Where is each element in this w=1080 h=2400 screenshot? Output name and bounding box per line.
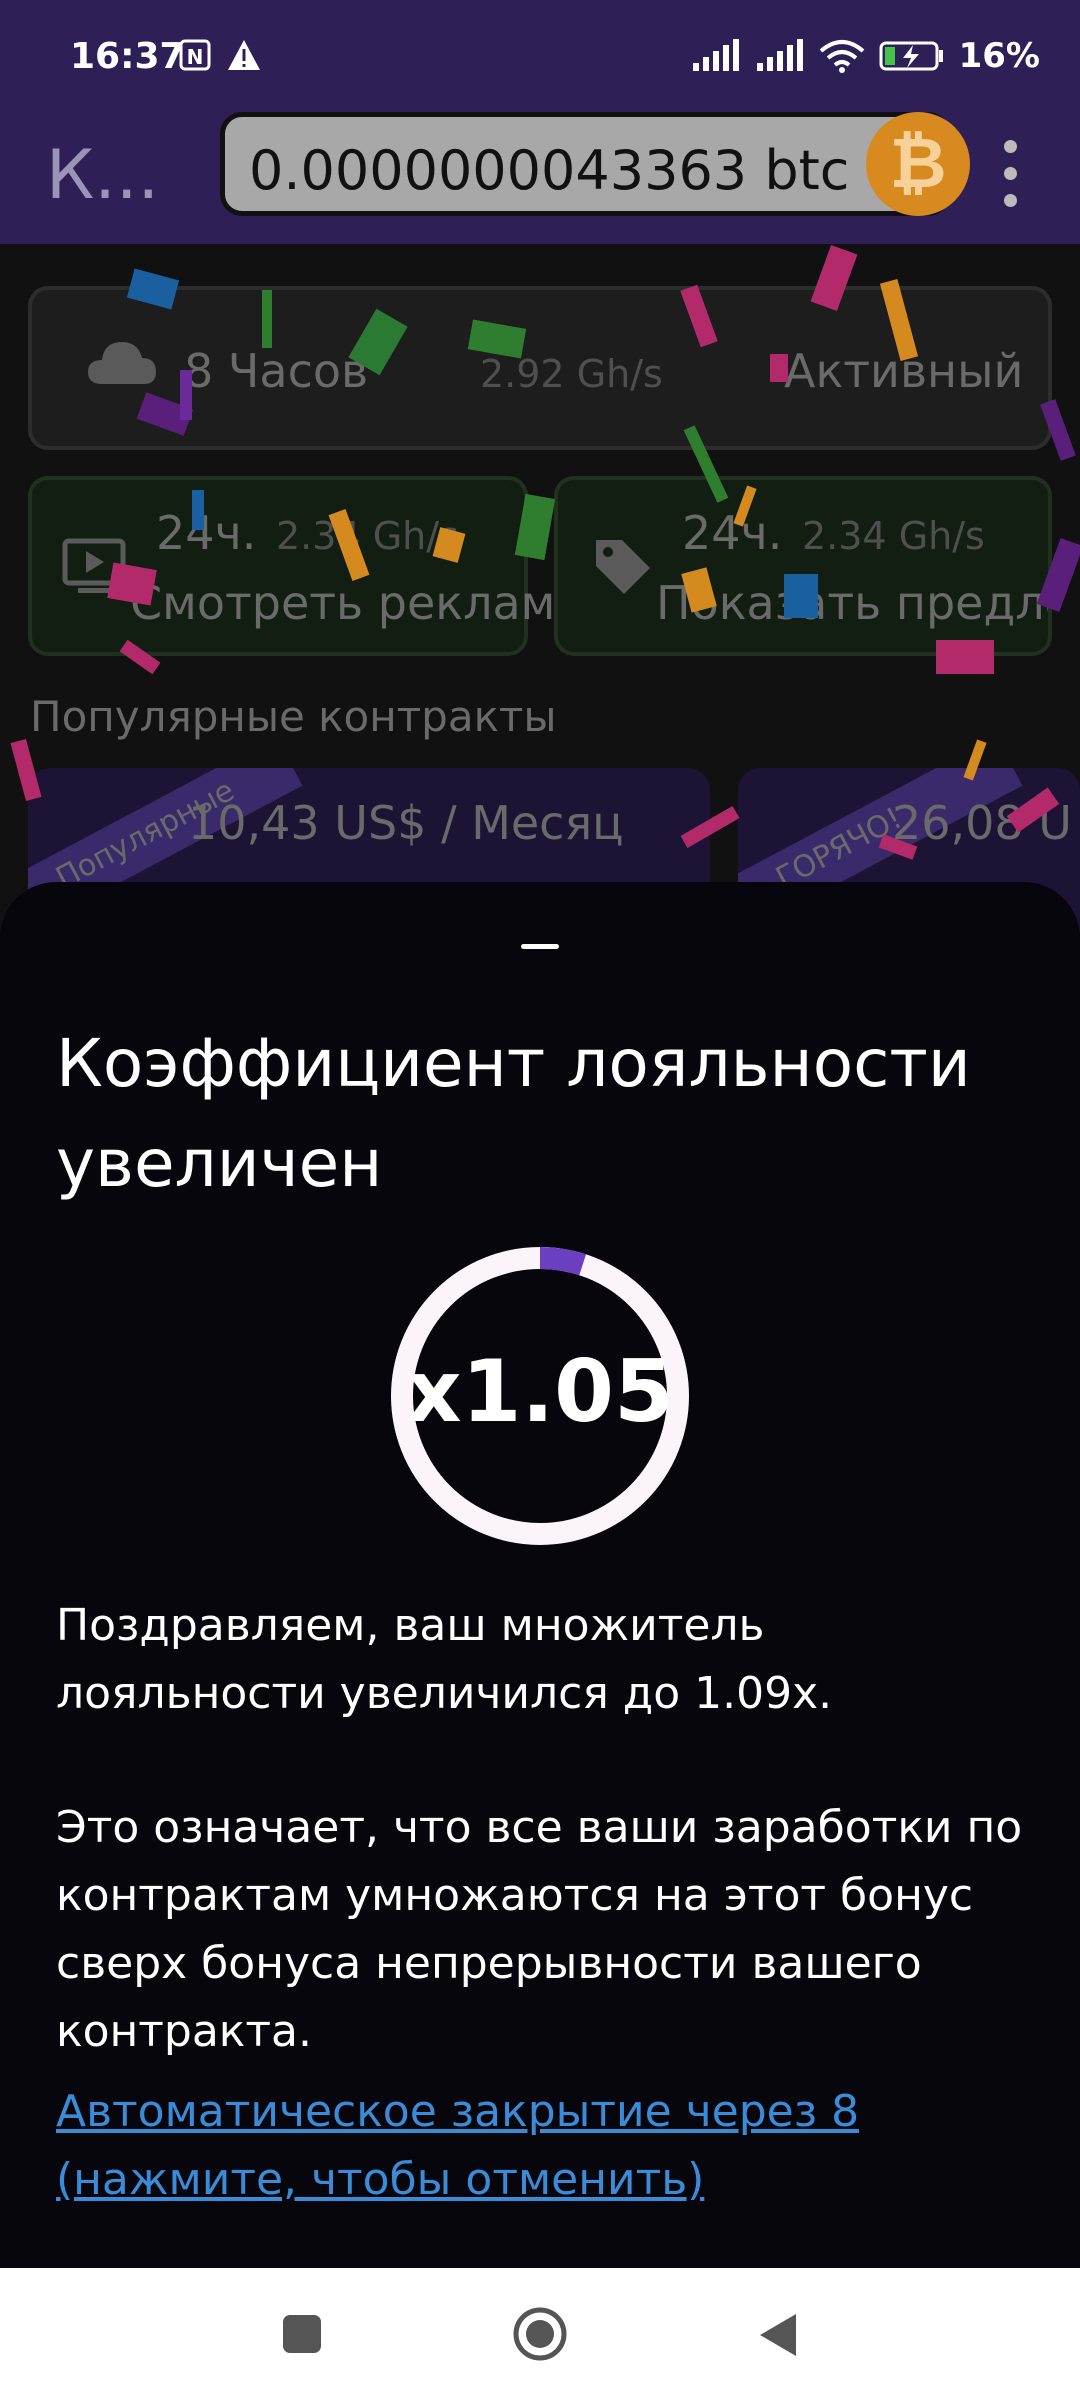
- price-tag-icon: [596, 540, 650, 594]
- kebab-menu-icon[interactable]: [1000, 140, 1020, 221]
- congrats-paragraph: Поздравляем, ваш множитель лояльности ув…: [56, 1600, 833, 1719]
- home-button[interactable]: [460, 2268, 620, 2400]
- battery-charging-icon: [879, 41, 943, 71]
- balance-value: 0.0000000043363 btc: [249, 139, 850, 202]
- watch-ad-card[interactable]: 24ч. 2.34 Gh/s Смотреть рекламу: [28, 476, 583, 656]
- contracts-heading: Популярные контракты: [30, 692, 557, 741]
- watch-ad-speed: 2.34 Gh/s: [276, 514, 459, 558]
- nfc-icon: N: [179, 39, 211, 71]
- auto-close-cancel-link[interactable]: Автоматическое закрытие через 8 (нажмите…: [56, 2078, 1036, 2214]
- system-nav-bar: [0, 2268, 1080, 2400]
- balance-display[interactable]: 0.0000000043363 btc: [220, 112, 950, 216]
- status-bar: 16:37 N 16%: [0, 0, 1080, 120]
- status-time: 16:37: [70, 36, 185, 77]
- show-offer-period: 24ч.: [682, 506, 783, 560]
- watch-ad-label: Смотреть рекламу: [130, 576, 583, 630]
- status-left-icons: N: [178, 38, 262, 72]
- bitcoin-coin-icon[interactable]: ₿: [866, 112, 970, 216]
- signal-icon: [692, 39, 739, 71]
- mining-status-card[interactable]: 8 Часов 2.92 Gh/s Активный: [28, 286, 1052, 450]
- loyalty-bottom-sheet: Коэффициент лояльности увеличен x1.05 По…: [0, 882, 1080, 2268]
- main-content: 8 Часов 2.92 Gh/s Активный 24ч. 2.34 Gh/…: [0, 244, 1080, 968]
- video-ad-icon: [62, 538, 126, 593]
- app-title: К...: [46, 136, 160, 215]
- mining-state: Активный: [784, 344, 1024, 398]
- mining-speed: 2.92 Gh/s: [480, 352, 663, 396]
- contract-price: 10,43 US$ / Месяц: [188, 796, 624, 850]
- multiplier-value: x1.05: [406, 1342, 674, 1442]
- recents-icon: [283, 2315, 321, 2353]
- status-right: 16%: [691, 36, 1040, 76]
- battery-level: 16%: [958, 36, 1040, 76]
- wifi-icon: [819, 40, 864, 73]
- recents-button[interactable]: [222, 2268, 382, 2400]
- show-offer-card[interactable]: 24ч. 2.34 Gh/s Показать предло: [554, 476, 1052, 656]
- sheet-drag-handle[interactable]: [521, 944, 559, 949]
- back-button[interactable]: [698, 2268, 858, 2400]
- cloud-icon: [88, 342, 156, 384]
- signal-icon: [756, 39, 803, 71]
- warning-icon: [228, 40, 260, 70]
- mining-duration: 8 Часов: [184, 344, 369, 398]
- watch-ad-period: 24ч.: [156, 506, 257, 560]
- contract-price: 26,08 U: [892, 796, 1072, 850]
- show-offer-label: Показать предло: [656, 576, 1052, 630]
- svg-text:N: N: [187, 45, 204, 69]
- sheet-title: Коэффициент лояльности увеличен: [56, 1025, 971, 1202]
- show-offer-speed: 2.34 Gh/s: [802, 514, 985, 558]
- loyalty-progress-arc: [539, 1247, 587, 1276]
- back-icon: [760, 2314, 796, 2356]
- home-icon: [513, 2307, 567, 2361]
- explanation-paragraph: Это означает, что все ваши заработки по …: [56, 1802, 1023, 2057]
